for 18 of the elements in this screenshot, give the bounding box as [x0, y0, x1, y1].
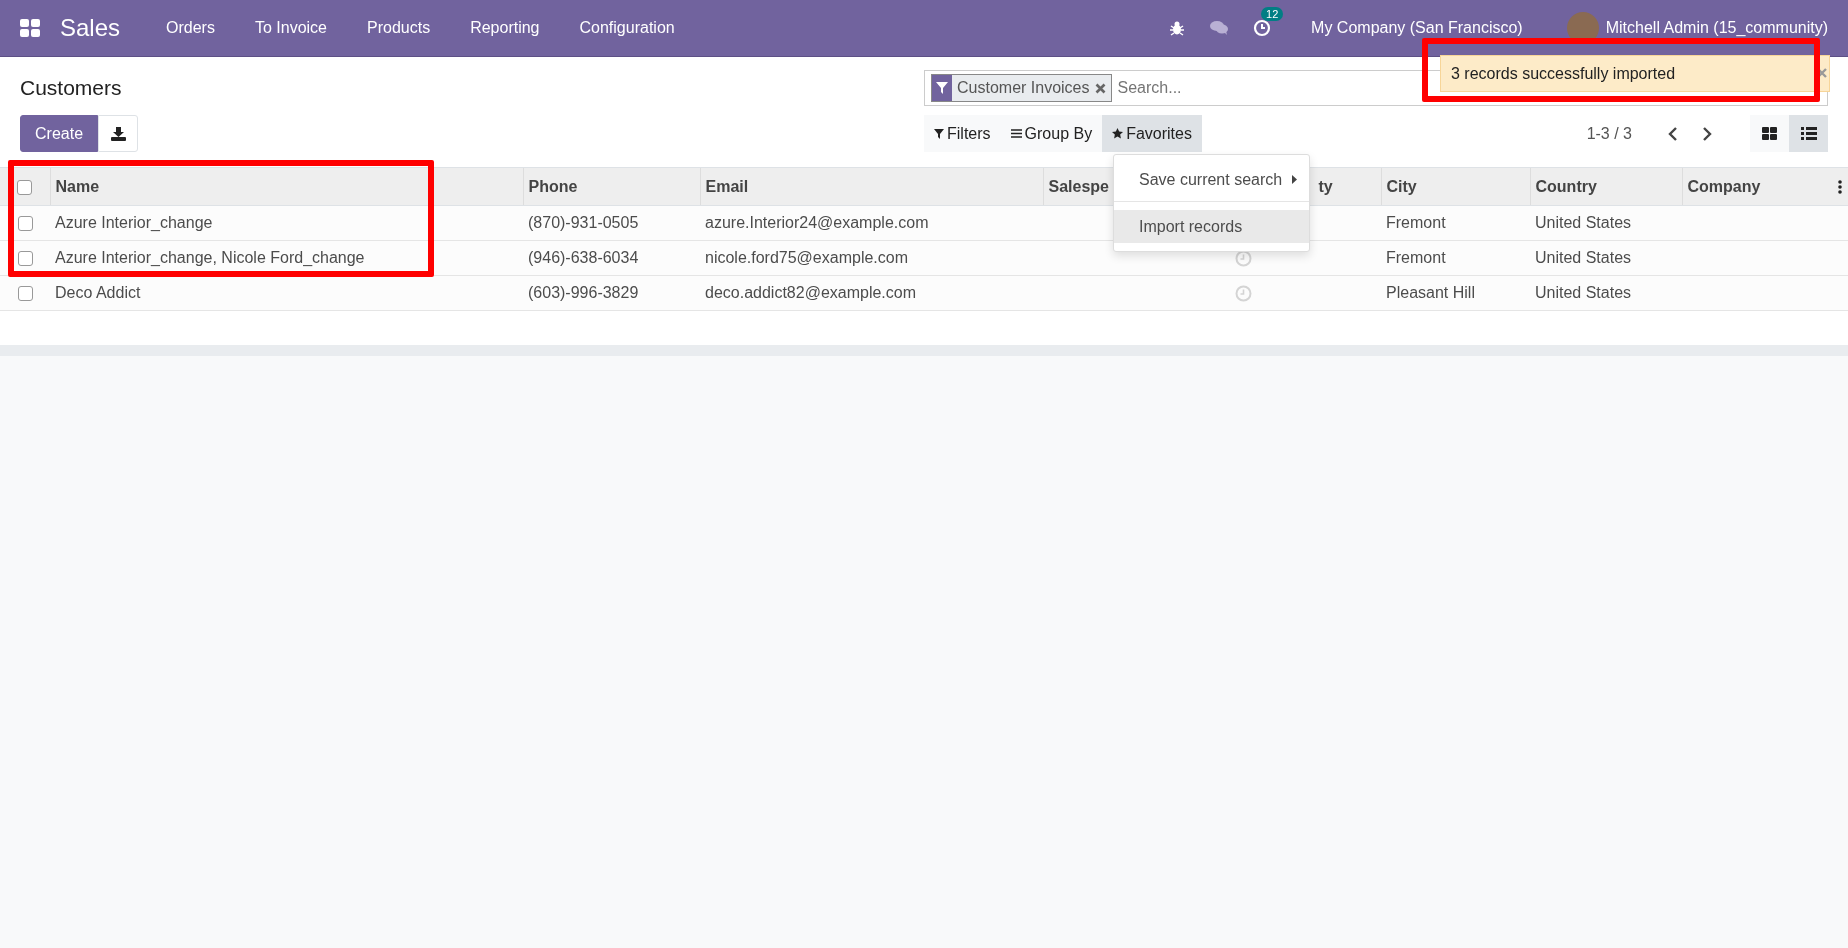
facet-label: Customer Invoices — [957, 79, 1090, 97]
table-cell: Fremont — [1386, 214, 1446, 231]
table-cell: Deco Addict — [55, 284, 141, 301]
table-cell: (603)-996-3829 — [528, 284, 639, 301]
page-title: Customers — [20, 75, 123, 101]
table-cell: azure.Interior24@example.com — [705, 214, 929, 231]
table-cell: United States — [1535, 249, 1632, 266]
table-cell: Pleasant Hill — [1386, 284, 1475, 301]
table-cell: deco.addict82@example.com — [705, 284, 917, 301]
table-cell: Fremont — [1386, 249, 1446, 266]
table-cell: United States — [1535, 284, 1632, 301]
table-cell: United States — [1535, 214, 1632, 231]
table-cell: Azure Interior_change, Nicole Ford_change — [55, 249, 365, 266]
table-cell: (946)-638-6034 — [528, 249, 639, 266]
activity-count-badge: 12 — [1261, 7, 1284, 21]
table-cell: (870)-931-0505 — [528, 214, 639, 231]
table-cell: Azure Interior_change — [55, 214, 213, 231]
table-cell: nicole.ford75@example.com — [705, 249, 908, 266]
